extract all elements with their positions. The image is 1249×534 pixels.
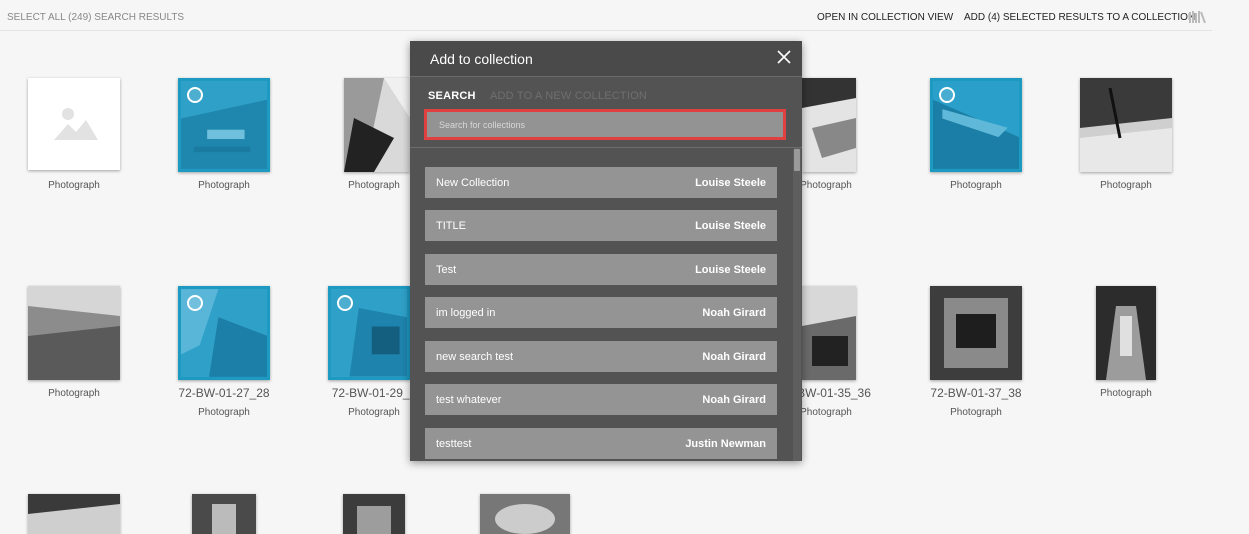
result-type: Photograph [950,407,1002,418]
select-radio[interactable] [337,295,353,311]
collection-name: Test [436,264,457,276]
add-selected-to-collection-link[interactable]: ADD (4) SELECTED RESULTS TO A COLLECTION [964,12,1195,23]
collection-row[interactable]: new search test Noah Girard [425,341,777,372]
collection-owner: Noah Girard [702,351,766,363]
collection-owner: Noah Girard [702,307,766,319]
result-type: Photograph [198,180,250,191]
result-thumbnail[interactable] [28,286,120,380]
result-thumbnail[interactable] [1080,78,1172,172]
collection-row[interactable]: test whatever Noah Girard [425,384,777,415]
collection-owner: Justin Newman [685,438,766,450]
collection-owner: Noah Girard [702,394,766,406]
select-radio[interactable] [187,87,203,103]
result-thumbnail[interactable] [344,78,410,172]
scrollbar-thumb[interactable] [794,149,800,171]
tab-add-new-collection[interactable]: ADD TO A NEW COLLECTION [490,90,647,102]
result-thumbnail[interactable] [178,78,270,172]
collection-name: test whatever [436,394,502,406]
collection-owner: Louise Steele [695,264,766,276]
result-thumbnail[interactable] [1096,286,1156,380]
collection-search-input[interactable] [427,112,783,137]
collection-name: testtest [436,438,472,450]
result-type: Photograph [950,180,1002,191]
collection-row[interactable]: TITLE Louise Steele [425,210,777,241]
result-id: 72-BW-01-37_38 [930,386,1022,400]
result-type: Photograph [48,180,100,191]
result-id: 72-BW-01-27_28 [178,386,270,400]
result-thumbnail[interactable] [28,494,120,534]
result-type: Photograph [1100,388,1152,399]
result-type: Photograph [1100,180,1152,191]
select-radio[interactable] [939,87,955,103]
collection-name: new search test [436,351,514,363]
result-thumbnail[interactable] [178,286,270,380]
select-all-link[interactable]: SELECT ALL (249) SEARCH RESULTS [7,12,184,23]
result-thumbnail[interactable] [192,494,256,534]
collection-search-box [424,109,786,140]
result-thumbnail[interactable] [802,286,856,380]
collection-owner: Louise Steele [695,177,766,189]
add-to-collection-modal: Add to collection SEARCH ADD TO A NEW CO… [410,41,802,461]
result-thumbnail[interactable] [930,78,1022,172]
result-thumbnail[interactable] [802,78,856,172]
select-radio[interactable] [187,295,203,311]
result-thumbnail[interactable] [343,494,405,534]
collection-name: TITLE [436,220,466,232]
results-toolbar: SELECT ALL (249) SEARCH RESULTS OPEN IN … [0,0,1212,31]
modal-header: Add to collection [410,41,802,77]
collection-row[interactable]: testtest Justin Newman [425,428,777,459]
collection-row[interactable]: Test Louise Steele [425,254,777,285]
close-icon[interactable] [776,49,792,65]
result-thumbnail[interactable] [328,286,410,380]
collection-name: New Collection [436,177,510,189]
tab-search[interactable]: SEARCH [428,90,476,102]
result-type: Photograph [48,388,100,399]
result-type: Photograph [198,407,250,418]
collection-list-scrollbar[interactable] [793,148,801,461]
image-placeholder-icon[interactable] [28,78,120,170]
result-thumbnail[interactable] [480,494,570,534]
result-thumbnail[interactable] [930,286,1022,380]
collection-name: im logged in [436,307,496,319]
collection-icon[interactable] [1189,11,1207,23]
collection-row[interactable]: New Collection Louise Steele [425,167,777,198]
open-collection-view-link[interactable]: OPEN IN COLLECTION VIEW [817,12,953,23]
modal-title: Add to collection [430,51,533,67]
collection-row[interactable]: im logged in Noah Girard [425,297,777,328]
collection-list: New Collection Louise Steele TITLE Louis… [410,148,802,461]
collection-owner: Louise Steele [695,220,766,232]
